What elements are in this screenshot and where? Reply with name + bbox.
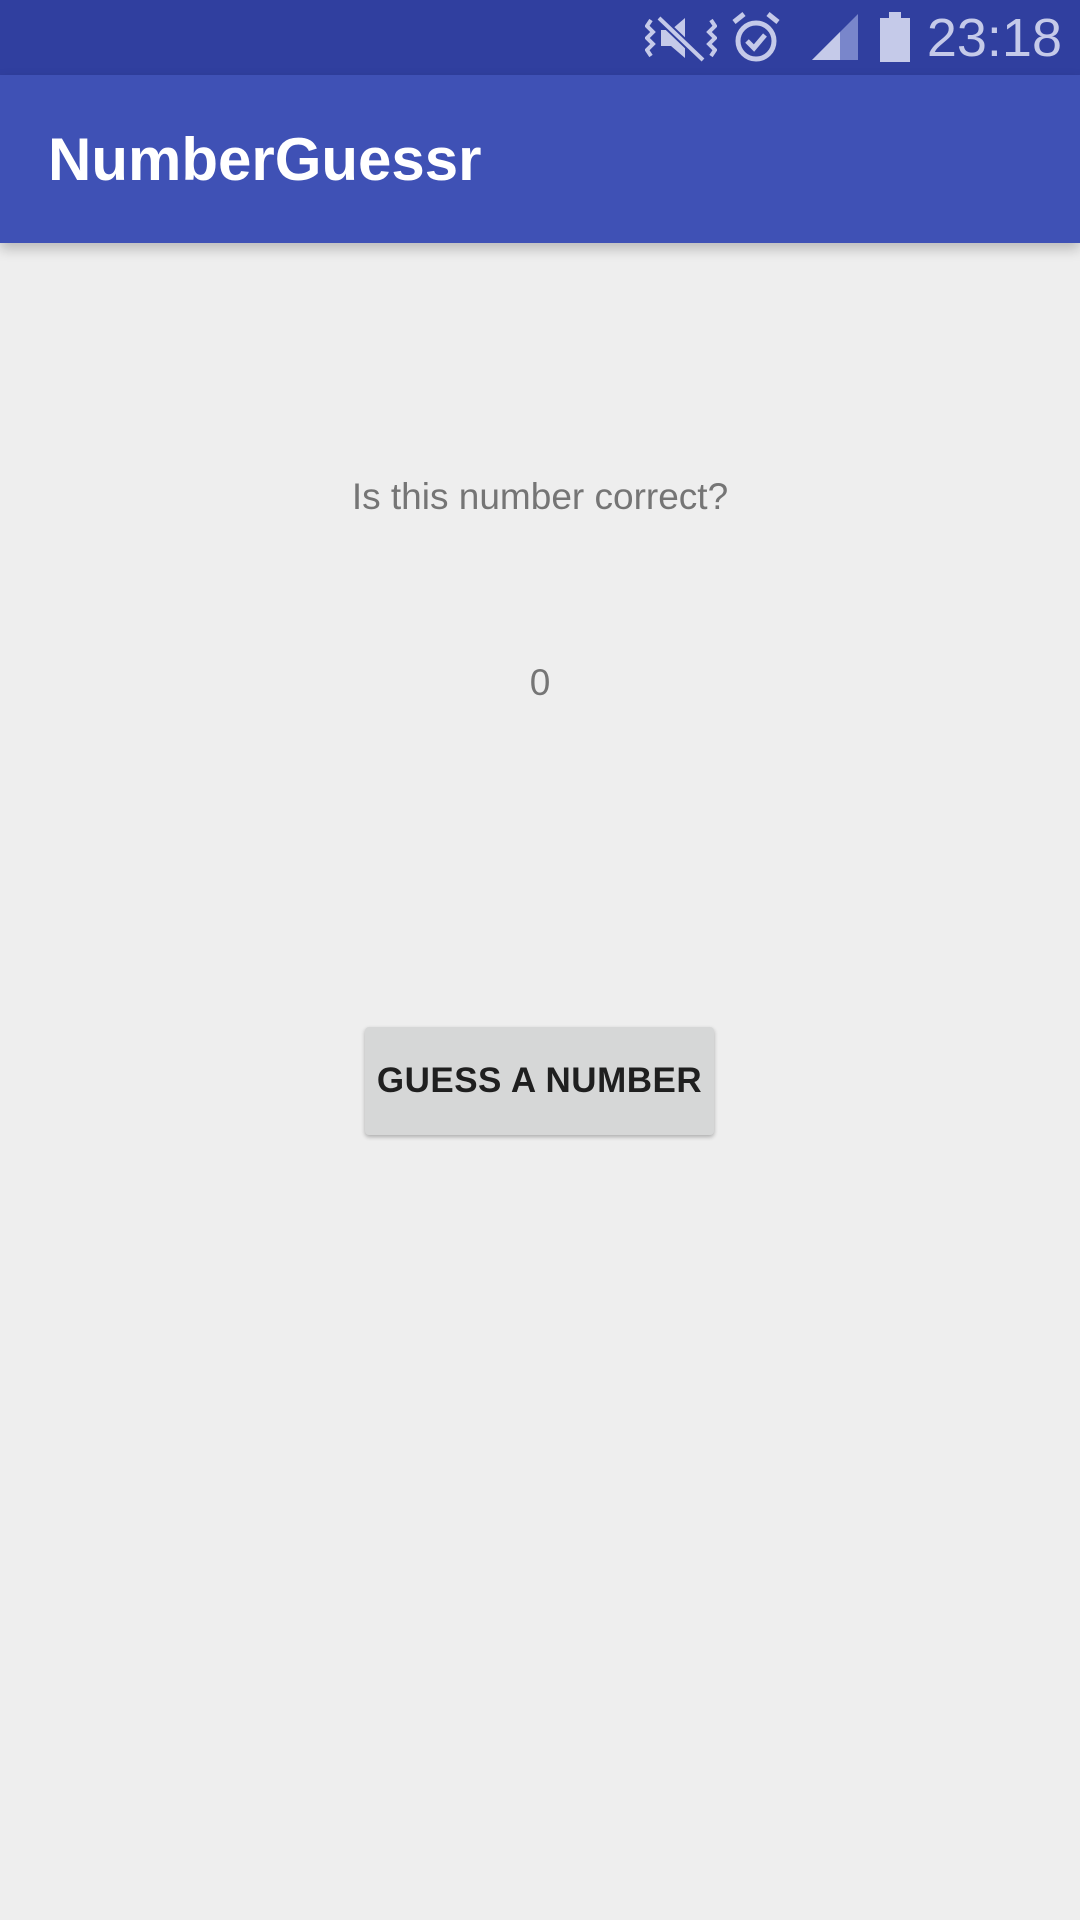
status-bar: 23:18 [0, 0, 1080, 75]
number-value: 0 [529, 662, 551, 703]
main-content: Is this number correct? 0 GUESS A NUMBER [0, 243, 1080, 1920]
app-bar: NumberGuessr [0, 75, 1080, 243]
signal-icon [812, 14, 858, 60]
app-title: NumberGuessr [48, 126, 482, 193]
alarm-icon [732, 12, 780, 62]
vibrate-mute-icon [645, 15, 717, 63]
battery-icon [880, 12, 910, 62]
prompt-text: Is this number correct? [351, 476, 729, 517]
status-time: 23:18 [926, 8, 1062, 68]
guess-number-button[interactable]: GUESS A NUMBER [365, 1027, 714, 1135]
